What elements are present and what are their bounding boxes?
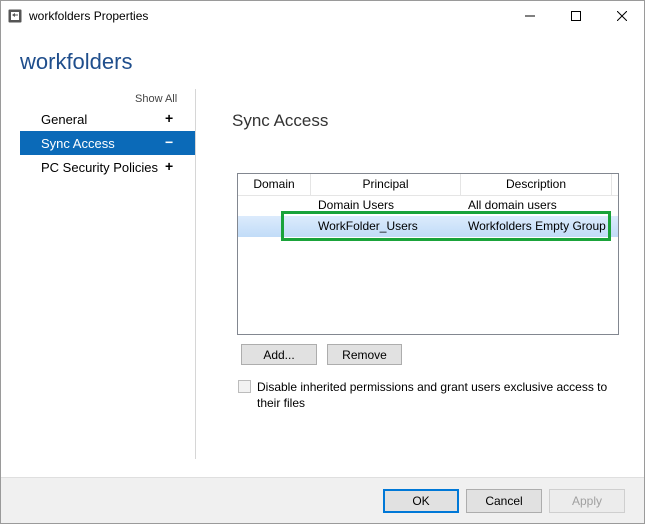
show-all-link[interactable]: Show All bbox=[135, 93, 177, 105]
apply-button[interactable]: Apply bbox=[549, 489, 625, 513]
sidebar-item-label: PC Security Policies bbox=[41, 159, 159, 175]
page-heading: workfolders bbox=[20, 49, 133, 74]
checkbox-label: Disable inherited permissions and grant … bbox=[257, 380, 608, 410]
sidebar-item-label: General bbox=[41, 111, 88, 127]
cancel-button[interactable]: Cancel bbox=[466, 489, 542, 513]
window-title: workfolders Properties bbox=[29, 9, 149, 23]
maximize-icon bbox=[571, 11, 581, 21]
close-icon bbox=[617, 11, 627, 21]
column-header-principal[interactable]: Principal bbox=[311, 174, 461, 196]
sidebar-item-general[interactable]: General + bbox=[20, 107, 195, 131]
minimize-icon bbox=[525, 15, 535, 17]
column-header-description[interactable]: Description bbox=[461, 174, 612, 196]
folder-sync-icon bbox=[8, 9, 22, 23]
title-bar[interactable]: workfolders Properties bbox=[1, 1, 644, 31]
column-header-domain[interactable]: Domain bbox=[238, 174, 311, 196]
maximize-button[interactable] bbox=[553, 1, 599, 31]
sidebar-item-pc-security-policies[interactable]: PC Security Policies + bbox=[20, 155, 195, 179]
add-button[interactable]: Add... bbox=[241, 344, 317, 365]
section-title: Sync Access bbox=[232, 111, 329, 130]
list-header: Domain Principal Description bbox=[238, 174, 618, 196]
expand-icon[interactable]: + bbox=[165, 110, 173, 126]
collapse-icon[interactable]: − bbox=[165, 134, 173, 150]
ok-button[interactable]: OK bbox=[383, 489, 459, 513]
dialog-button-bar bbox=[1, 477, 644, 523]
remove-button[interactable]: Remove bbox=[327, 344, 402, 365]
properties-window: workfolders Properties workfolders Show … bbox=[0, 0, 645, 524]
sync-access-list[interactable]: Domain Principal Description Domain User… bbox=[237, 173, 619, 335]
sidebar-item-sync-access[interactable]: Sync Access − bbox=[20, 131, 195, 155]
minimize-button[interactable] bbox=[507, 1, 553, 31]
close-button[interactable] bbox=[599, 1, 644, 31]
disable-inherited-checkbox[interactable] bbox=[238, 380, 251, 393]
sidebar-divider bbox=[195, 89, 196, 459]
selection-highlight-box bbox=[281, 211, 611, 241]
sidebar-item-label: Sync Access bbox=[41, 135, 115, 151]
expand-icon[interactable]: + bbox=[165, 158, 173, 174]
